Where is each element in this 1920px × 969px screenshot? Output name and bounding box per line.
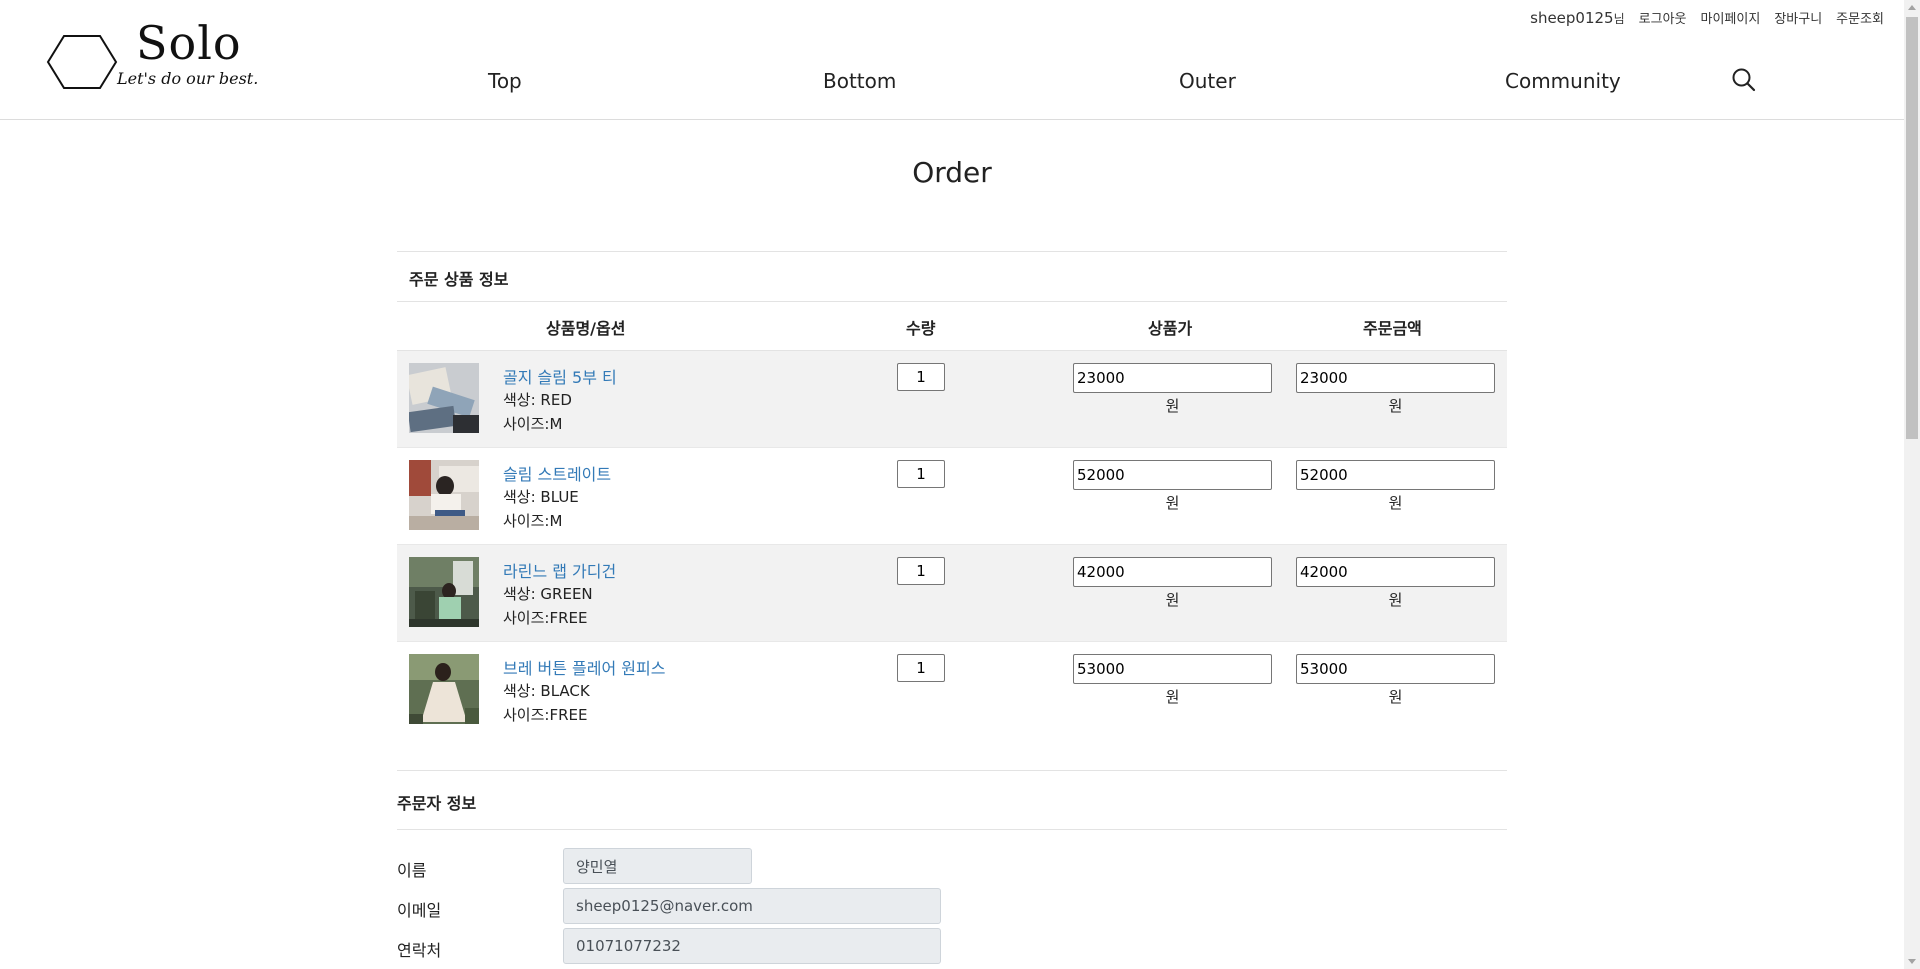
scrollbar-thumb[interactable]	[1906, 17, 1918, 439]
currency-unit: 원	[1388, 688, 1403, 706]
logo-title: Solo	[136, 16, 242, 70]
phone-field[interactable]	[563, 928, 941, 964]
currency-unit: 원	[1165, 494, 1180, 512]
logout-link[interactable]: 로그아웃	[1639, 8, 1687, 27]
hexagon-logo-icon	[46, 35, 118, 89]
site-header: Solo Let's do our best. sheep0125님 로그아웃 …	[0, 0, 1904, 120]
user-suffix: 님	[1613, 12, 1625, 26]
product-color: 색상: RED	[503, 391, 572, 409]
user-greeting: sheep0125님	[1530, 9, 1625, 27]
unit-price-input[interactable]	[1073, 460, 1272, 490]
quantity-input[interactable]	[897, 654, 945, 682]
product-size: 사이즈:M	[503, 415, 563, 433]
product-size: 사이즈:M	[503, 512, 563, 530]
currency-unit: 원	[1388, 591, 1403, 609]
column-header-total: 주문금액	[1363, 319, 1422, 338]
product-color: 색상: GREEN	[503, 585, 593, 603]
order-amount-input[interactable]	[1296, 460, 1495, 490]
column-header-price: 상품가	[1148, 319, 1193, 338]
name-field[interactable]	[563, 848, 752, 884]
utility-menu: sheep0125님 로그아웃 마이페이지 장바구니 주문조회	[1530, 8, 1884, 27]
phone-label: 연락처	[397, 941, 442, 960]
table-row: 골지 슬림 5부 티 색상: RED 사이즈:M 원 원	[397, 351, 1507, 448]
quantity-input[interactable]	[897, 557, 945, 585]
user-name: sheep0125	[1530, 9, 1614, 27]
order-lookup-link[interactable]: 주문조회	[1836, 8, 1884, 27]
column-header-name: 상품명/옵션	[546, 319, 626, 338]
table-row: 브레 버튼 플레어 원피스 색상: BLACK 사이즈:FREE 원 원	[397, 642, 1507, 738]
scroll-down-arrow-icon[interactable]	[1908, 959, 1916, 964]
quantity-input[interactable]	[897, 363, 945, 391]
product-size: 사이즈:FREE	[503, 706, 588, 724]
order-items-section-header: 주문 상품 정보	[397, 251, 1507, 302]
product-name-link[interactable]: 브레 버튼 플레어 원피스	[503, 655, 665, 679]
logo-subtitle: Let's do our best.	[117, 69, 259, 88]
mypage-link[interactable]: 마이페이지	[1701, 8, 1761, 27]
nav-outer[interactable]: Outer	[1179, 69, 1236, 93]
currency-unit: 원	[1165, 591, 1180, 609]
order-items-section-title: 주문 상품 정보	[409, 270, 509, 289]
unit-price-input[interactable]	[1073, 557, 1272, 587]
product-name-link[interactable]: 슬림 스트레이트	[503, 461, 611, 485]
scroll-up-arrow-icon[interactable]	[1908, 5, 1916, 10]
vertical-scrollbar[interactable]	[1904, 0, 1920, 969]
search-icon[interactable]	[1731, 67, 1757, 93]
product-name-link[interactable]: 골지 슬림 5부 티	[503, 364, 617, 388]
nav-community[interactable]: Community	[1505, 69, 1621, 93]
currency-unit: 원	[1165, 688, 1180, 706]
currency-unit: 원	[1388, 397, 1403, 415]
product-size: 사이즈:FREE	[503, 609, 588, 627]
orderer-section-title: 주문자 정보	[397, 794, 477, 813]
product-thumbnail[interactable]	[409, 654, 479, 724]
nav-bottom[interactable]: Bottom	[823, 69, 896, 93]
order-amount-input[interactable]	[1296, 654, 1495, 684]
name-label: 이름	[397, 861, 427, 880]
order-amount-input[interactable]	[1296, 557, 1495, 587]
site-logo[interactable]: Solo Let's do our best.	[46, 16, 296, 98]
nav-top[interactable]: Top	[488, 69, 522, 93]
currency-unit: 원	[1165, 397, 1180, 415]
email-field[interactable]	[563, 888, 941, 924]
order-amount-input[interactable]	[1296, 363, 1495, 393]
product-color: 색상: BLACK	[503, 682, 590, 700]
quantity-input[interactable]	[897, 460, 945, 488]
column-header-qty: 수량	[906, 319, 936, 338]
product-thumbnail[interactable]	[409, 557, 479, 627]
unit-price-input[interactable]	[1073, 654, 1272, 684]
orderer-section-header: 주문자 정보	[397, 770, 1507, 830]
currency-unit: 원	[1388, 494, 1403, 512]
product-name-link[interactable]: 라린느 랩 가디건	[503, 558, 616, 582]
product-color: 색상: BLUE	[503, 488, 579, 506]
unit-price-input[interactable]	[1073, 363, 1272, 393]
cart-link[interactable]: 장바구니	[1774, 8, 1822, 27]
page-title: Order	[912, 156, 992, 189]
product-thumbnail[interactable]	[409, 363, 479, 433]
table-row: 라린느 랩 가디건 색상: GREEN 사이즈:FREE 원 원	[397, 545, 1507, 642]
email-label: 이메일	[397, 901, 442, 920]
product-thumbnail[interactable]	[409, 460, 479, 530]
table-row: 슬림 스트레이트 색상: BLUE 사이즈:M 원 원	[397, 448, 1507, 545]
